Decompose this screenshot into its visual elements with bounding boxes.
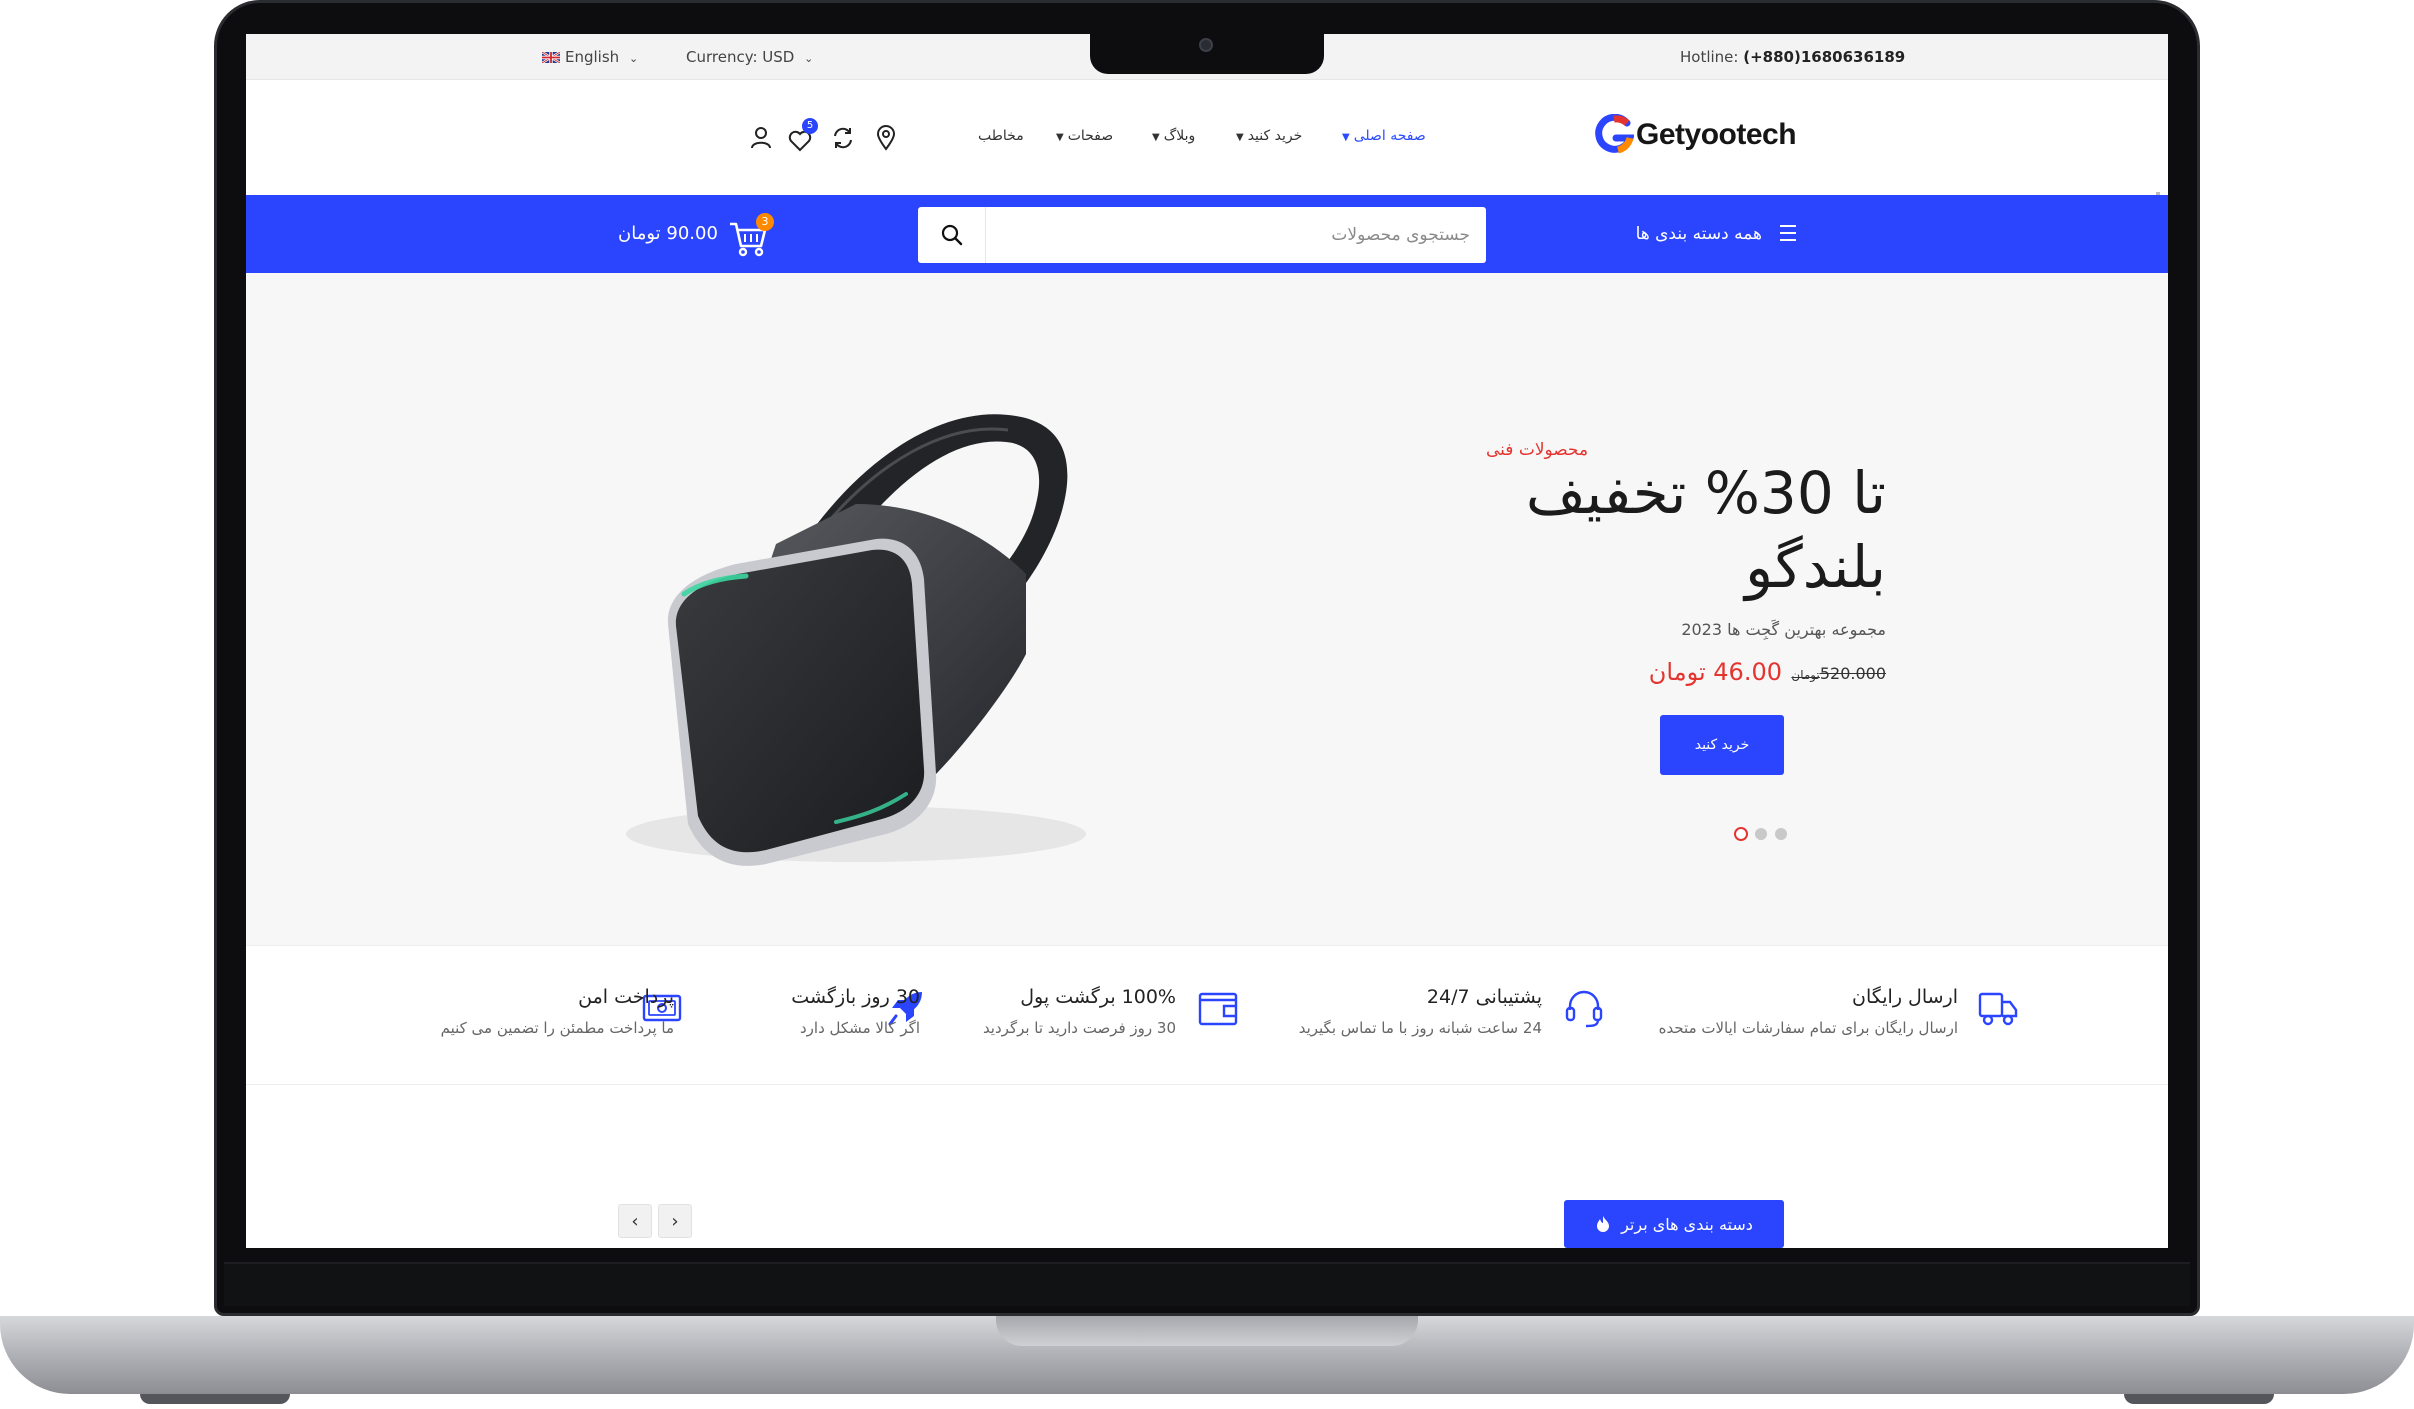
feature-subtitle: اگر کالا مشکل دارد (800, 1019, 920, 1037)
nav-item-pages[interactable]: ▼ صفحات (1056, 128, 1113, 144)
chevron-down-icon: ⌄ (804, 52, 814, 65)
feature-subtitle: 24 ساعت شبانه روز با ما تماس بگیرید (1298, 1019, 1542, 1037)
old-price-currency: تومان (1791, 668, 1820, 682)
laptop-screen: English ⌄ Currency: USD ⌄ Hotline: (+880… (246, 34, 2168, 1248)
nav-label: صفحه اصلی (1353, 128, 1426, 144)
cart-count-badge: 3 (756, 213, 774, 231)
compare-icon[interactable] (831, 126, 855, 150)
location-pin-icon[interactable] (876, 125, 896, 151)
currency-selector[interactable]: Currency: USD ⌄ (686, 48, 813, 66)
brand-name: Getyootech (1636, 118, 1797, 151)
feature-subtitle: 30 روز فرصت دارید تا برگردید (982, 1019, 1176, 1037)
hamburger-menu-icon (1780, 225, 1796, 241)
nav-label: خرید کنید (1247, 128, 1303, 144)
flame-icon (1597, 1216, 1610, 1232)
hotline-number: (+880)1680636189 (1743, 48, 1906, 66)
nav-item-home[interactable]: ▼ صفحه اصلی (1342, 128, 1426, 144)
old-price: 520.000تومان (1791, 664, 1886, 683)
hero-subtitle: مجموعه بهترین گَجِت ها 2023 (1681, 620, 1886, 639)
cart-total: 90.00 تومان (618, 223, 718, 244)
hero-headline-line2: بلندگو (1745, 533, 1886, 601)
main-header (246, 80, 2168, 192)
truck-icon (1978, 992, 2018, 1026)
search-input[interactable] (988, 207, 1472, 263)
laptop-foot-left (140, 1394, 290, 1404)
laptop-foot-right (2124, 1394, 2274, 1404)
slider-dot-1[interactable] (1734, 827, 1748, 841)
hotline-label: Hotline: (1680, 48, 1744, 66)
carousel-next-button[interactable]: › (658, 1204, 692, 1238)
chevron-down-icon: ▼ (1342, 132, 1350, 143)
cart-button[interactable]: 3 (728, 210, 782, 260)
wishlist-count-badge: 5 (802, 118, 818, 134)
nav-label: وبلاگ (1163, 128, 1196, 144)
chevron-right-icon: › (671, 1210, 679, 1232)
chevron-down-icon: ▼ (1236, 132, 1244, 143)
hero-shop-label: خرید کنید (1694, 737, 1750, 753)
feature-subtitle: ارسال رایگان برای تمام سفارشات ایالات مت… (1658, 1019, 1958, 1037)
laptop-bottom-bezel (224, 1262, 2190, 1306)
nav-item-contact[interactable]: مخاطب (978, 128, 1024, 144)
chevron-down-icon: ▼ (1152, 132, 1160, 143)
vr-headset-image (626, 414, 1086, 866)
nav-label: صفحات (1067, 128, 1114, 144)
top-categories-label: دسته بندی های برتر (1621, 1214, 1753, 1234)
hero-headline: تا 30% تخفیف بلندگو (1346, 456, 1886, 604)
feature-title: پشتیبانی 24/7 (1426, 986, 1542, 1008)
user-icon[interactable] (750, 126, 772, 150)
feature-title: 30 روز بازگشت (791, 986, 920, 1008)
camera-icon (1199, 38, 1213, 52)
chevron-down-icon: ⌄ (628, 52, 639, 65)
new-price: 46.00 تومان (1648, 658, 1782, 686)
all-categories-button[interactable]: همه دسته بندی ها (1626, 222, 1796, 250)
feature-title: ارسال رایگان (1852, 986, 1958, 1008)
wishlist-button[interactable]: 5 (788, 118, 818, 152)
currency-label: Currency: USD (686, 48, 795, 66)
logo-mark-icon (1595, 114, 1634, 154)
hero-price: 520.000تومان 46.00 تومان (1552, 658, 1886, 694)
hero-shop-button[interactable]: خرید کنید (1660, 715, 1784, 775)
top-categories-title: دسته بندی های برتر (1564, 1200, 1784, 1248)
search-box (918, 207, 1486, 263)
search-button[interactable] (918, 207, 986, 263)
hotline: Hotline: (+880)1680636189 (1680, 48, 1905, 66)
feature-title: 100% برگشت پول (1020, 986, 1176, 1008)
slider-dot-3[interactable] (1775, 828, 1787, 840)
feature-title: پرداخت امن (578, 986, 674, 1008)
language-label: English (565, 48, 620, 66)
search-icon (941, 224, 962, 246)
old-price-value: 520.000 (1819, 664, 1886, 683)
chevron-left-icon: ‹ (631, 1210, 639, 1232)
hero-slider (246, 273, 2168, 945)
nav-item-blog[interactable]: ▼ وبلاگ (1152, 128, 1195, 144)
slider-dot-2[interactable] (1755, 828, 1767, 840)
chevron-down-icon: ▼ (1056, 132, 1064, 143)
nav-item-shop[interactable]: ▼ خرید کنید (1236, 128, 1302, 144)
hero-headline-line1: تا 30% تخفیف (1525, 459, 1886, 527)
wallet-icon (1198, 992, 1238, 1026)
laptop-hinge-groove (996, 1316, 1418, 1346)
uk-flag-icon (541, 50, 561, 65)
feature-subtitle: ما پرداخت مطمئن را تضمین می کنیم (440, 1019, 674, 1037)
carousel-prev-button[interactable]: ‹ (618, 1204, 652, 1238)
nav-label: مخاطب (978, 128, 1024, 144)
headset-icon (1565, 990, 1603, 1028)
all-categories-label: همه دسته بندی ها (1635, 224, 1762, 244)
language-selector[interactable]: English ⌄ (541, 48, 639, 66)
